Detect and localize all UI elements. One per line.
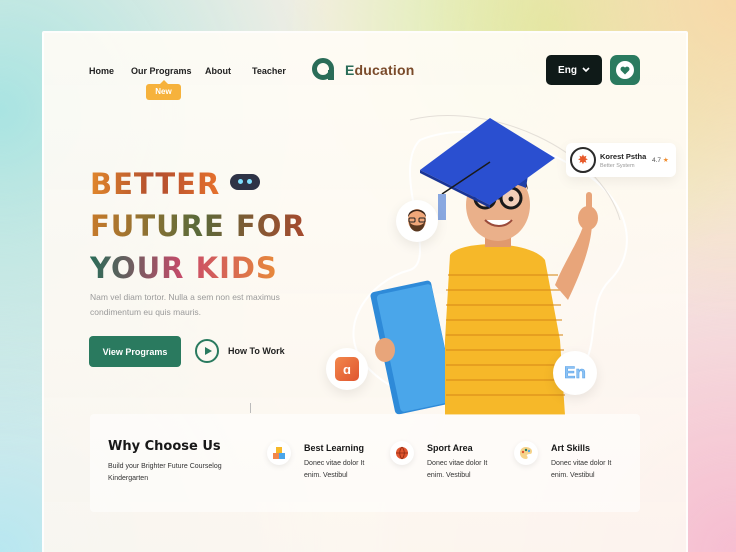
section-divider [250,403,251,413]
feature-title: Sport Area [427,443,473,453]
rating-value: 4.7 [652,157,662,164]
how-to-work-button[interactable]: How To Work [195,339,285,363]
reviewer-card: ✸ Korest Pstha Better System 4.7 ★ [566,143,676,177]
logo-text[interactable]: Education [345,62,414,78]
play-icon [195,339,219,363]
teacher-avatar [396,200,438,242]
reviewer-name: Korest Pstha [600,152,647,161]
reviewer-rating: 4.7 ★ [652,156,669,164]
nav-home[interactable]: Home [89,66,114,76]
feature-description: Donec vitae dolor It enim. Vestibul [551,460,612,479]
feature-title: Best Learning [304,443,365,453]
logo-text-initial: E [345,62,355,78]
hero-title-line2: FUTURE FOR [90,209,306,243]
nav-our-programs[interactable]: Our Programs [131,66,192,76]
feature-description: Donec vitae dolor It enim. Vestibul [304,460,365,479]
hero-title-line1: BETTER [90,167,221,201]
logo-icon[interactable] [312,58,334,80]
hero-description: Nam vel diam tortor. Nulla a sem non est… [90,292,280,317]
view-programs-button[interactable]: View Programs [89,336,181,367]
feature-title: Art Skills [551,443,591,453]
chevron-down-icon [582,67,590,73]
english-label: En [564,363,586,383]
blocks-icon [267,441,291,465]
english-avatar: En [553,351,597,395]
ball-icon [390,441,414,465]
how-to-work-label: How To Work [228,346,285,356]
logo-text-rest: ducation [354,62,415,78]
bearded-man-icon [408,209,426,232]
reviewer-subtitle: Better System [600,163,635,169]
robot-icon [230,174,260,190]
feature-description: Donec vitae dolor It enim. Vestibul [427,460,488,479]
language-selector[interactable]: Eng [546,55,602,85]
heart-icon [616,61,634,79]
why-description: Build your Brighter Future Courselog Kin… [108,463,222,482]
nav-teacher[interactable]: Teacher [252,66,286,76]
star-burst-icon: ✸ [570,147,596,173]
favorites-button[interactable] [610,55,640,85]
star-icon: ★ [662,157,669,164]
why-title: Why Choose Us [108,439,221,454]
brand-logo-icon: ɑ [335,357,359,381]
hero-title-line3: YOUR KIDS [90,251,278,285]
new-badge: New [146,80,181,100]
language-label: Eng [558,64,577,76]
brand-avatar: ɑ [326,348,368,390]
nav-about[interactable]: About [205,66,231,76]
palette-icon [514,441,538,465]
